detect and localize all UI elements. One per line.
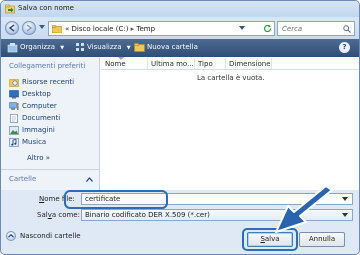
refresh-icon[interactable] bbox=[263, 24, 272, 33]
organize-dropdown-icon: ▼ bbox=[60, 45, 65, 51]
column-header-modified[interactable]: Ultima mo... bbox=[151, 60, 194, 68]
breadcrumb-item-disk[interactable]: Disco locale (C:) bbox=[72, 25, 129, 33]
nav-item-label: Computer bbox=[22, 102, 57, 110]
help-icon[interactable]: ? bbox=[339, 42, 350, 53]
pointer-arrow-annotation bbox=[275, 186, 333, 233]
command-toolbar: Organizza ▼ Visualizza ▼ Nuova cartella … bbox=[1, 39, 359, 57]
folder-icon bbox=[52, 25, 62, 33]
nav-item-label: Immagini bbox=[22, 126, 55, 134]
organize-label: Organizza bbox=[20, 43, 56, 51]
back-arrow-icon bbox=[8, 24, 15, 32]
breadcrumb-item-temp[interactable]: Temp bbox=[136, 25, 155, 33]
column-headers: Nome Ultima mo... Tipo Dimensione bbox=[101, 57, 359, 70]
nav-item-label: Risorse recenti bbox=[22, 78, 75, 86]
empty-folder-message: La cartella è vuota. bbox=[197, 74, 265, 82]
save-type-dropdown-icon[interactable] bbox=[342, 213, 348, 218]
favorites-header: Collegamenti preferiti bbox=[9, 62, 86, 70]
forward-arrow-icon bbox=[26, 24, 33, 32]
breadcrumb-prefix[interactable]: « bbox=[65, 25, 69, 33]
save-type-label: Salva come: bbox=[37, 211, 80, 219]
address-dropdown-icon[interactable] bbox=[239, 26, 245, 31]
views-icon bbox=[76, 43, 84, 51]
recent-places-icon bbox=[9, 79, 19, 87]
search-icon[interactable] bbox=[343, 25, 351, 33]
content-area: Collegamenti preferiti Risorse recenti D… bbox=[1, 57, 359, 190]
folders-label: Cartelle bbox=[9, 175, 37, 183]
more-links[interactable]: Altro » bbox=[27, 154, 50, 162]
views-dropdown-icon: ▼ bbox=[126, 45, 131, 51]
search-placeholder: Cerca bbox=[282, 25, 303, 33]
new-folder-icon bbox=[134, 43, 145, 52]
title-bar: Salva con nome bbox=[1, 1, 359, 17]
column-header-size[interactable]: Dimensione bbox=[229, 60, 271, 68]
address-bar[interactable]: « Disco locale (C:) ▸ Temp bbox=[48, 21, 275, 36]
filename-highlight-outline bbox=[64, 190, 168, 209]
computer-icon bbox=[9, 102, 19, 110]
desktop-icon bbox=[9, 90, 19, 99]
documents-icon bbox=[10, 114, 18, 123]
nav-item-label: Documenti bbox=[22, 114, 61, 122]
pictures-icon bbox=[9, 126, 19, 135]
breadcrumb-separator-icon[interactable]: ▸ bbox=[131, 25, 135, 33]
music-icon bbox=[9, 138, 19, 147]
column-divider[interactable] bbox=[225, 58, 226, 69]
search-box[interactable]: Cerca bbox=[277, 21, 355, 36]
back-button[interactable] bbox=[5, 21, 19, 35]
chevron-up-icon bbox=[6, 231, 16, 241]
views-label: Visualizza bbox=[87, 43, 122, 51]
organize-button[interactable]: Organizza ▼ bbox=[20, 43, 64, 51]
forward-button[interactable] bbox=[22, 21, 36, 35]
recent-pages-dropdown-icon[interactable] bbox=[39, 25, 45, 30]
chevron-up-icon bbox=[86, 177, 93, 182]
views-button[interactable]: Visualizza ▼ bbox=[87, 43, 131, 51]
nav-item-label: Musica bbox=[22, 138, 47, 146]
window-title: Salva con nome bbox=[18, 4, 74, 12]
address-row: « Disco locale (C:) ▸ Temp Cerca bbox=[1, 17, 359, 39]
folders-toggle[interactable]: Cartelle bbox=[1, 169, 100, 190]
column-header-name[interactable]: Nome bbox=[105, 60, 126, 68]
column-header-type[interactable]: Tipo bbox=[198, 60, 213, 68]
column-divider[interactable] bbox=[271, 58, 272, 69]
save-dialog-icon bbox=[5, 4, 15, 14]
column-divider[interactable] bbox=[194, 58, 195, 69]
column-divider[interactable] bbox=[147, 58, 148, 69]
new-folder-button[interactable]: Nuova cartella bbox=[147, 43, 198, 51]
hide-folders-label: Nascondi cartelle bbox=[20, 232, 81, 240]
filename-dropdown-icon[interactable] bbox=[342, 197, 348, 202]
organize-icon bbox=[7, 43, 18, 53]
navigation-pane: Collegamenti preferiti Risorse recenti D… bbox=[1, 57, 100, 190]
breadcrumb: « Disco locale (C:) ▸ Temp bbox=[65, 25, 155, 33]
nav-item-label: Desktop bbox=[22, 90, 51, 98]
